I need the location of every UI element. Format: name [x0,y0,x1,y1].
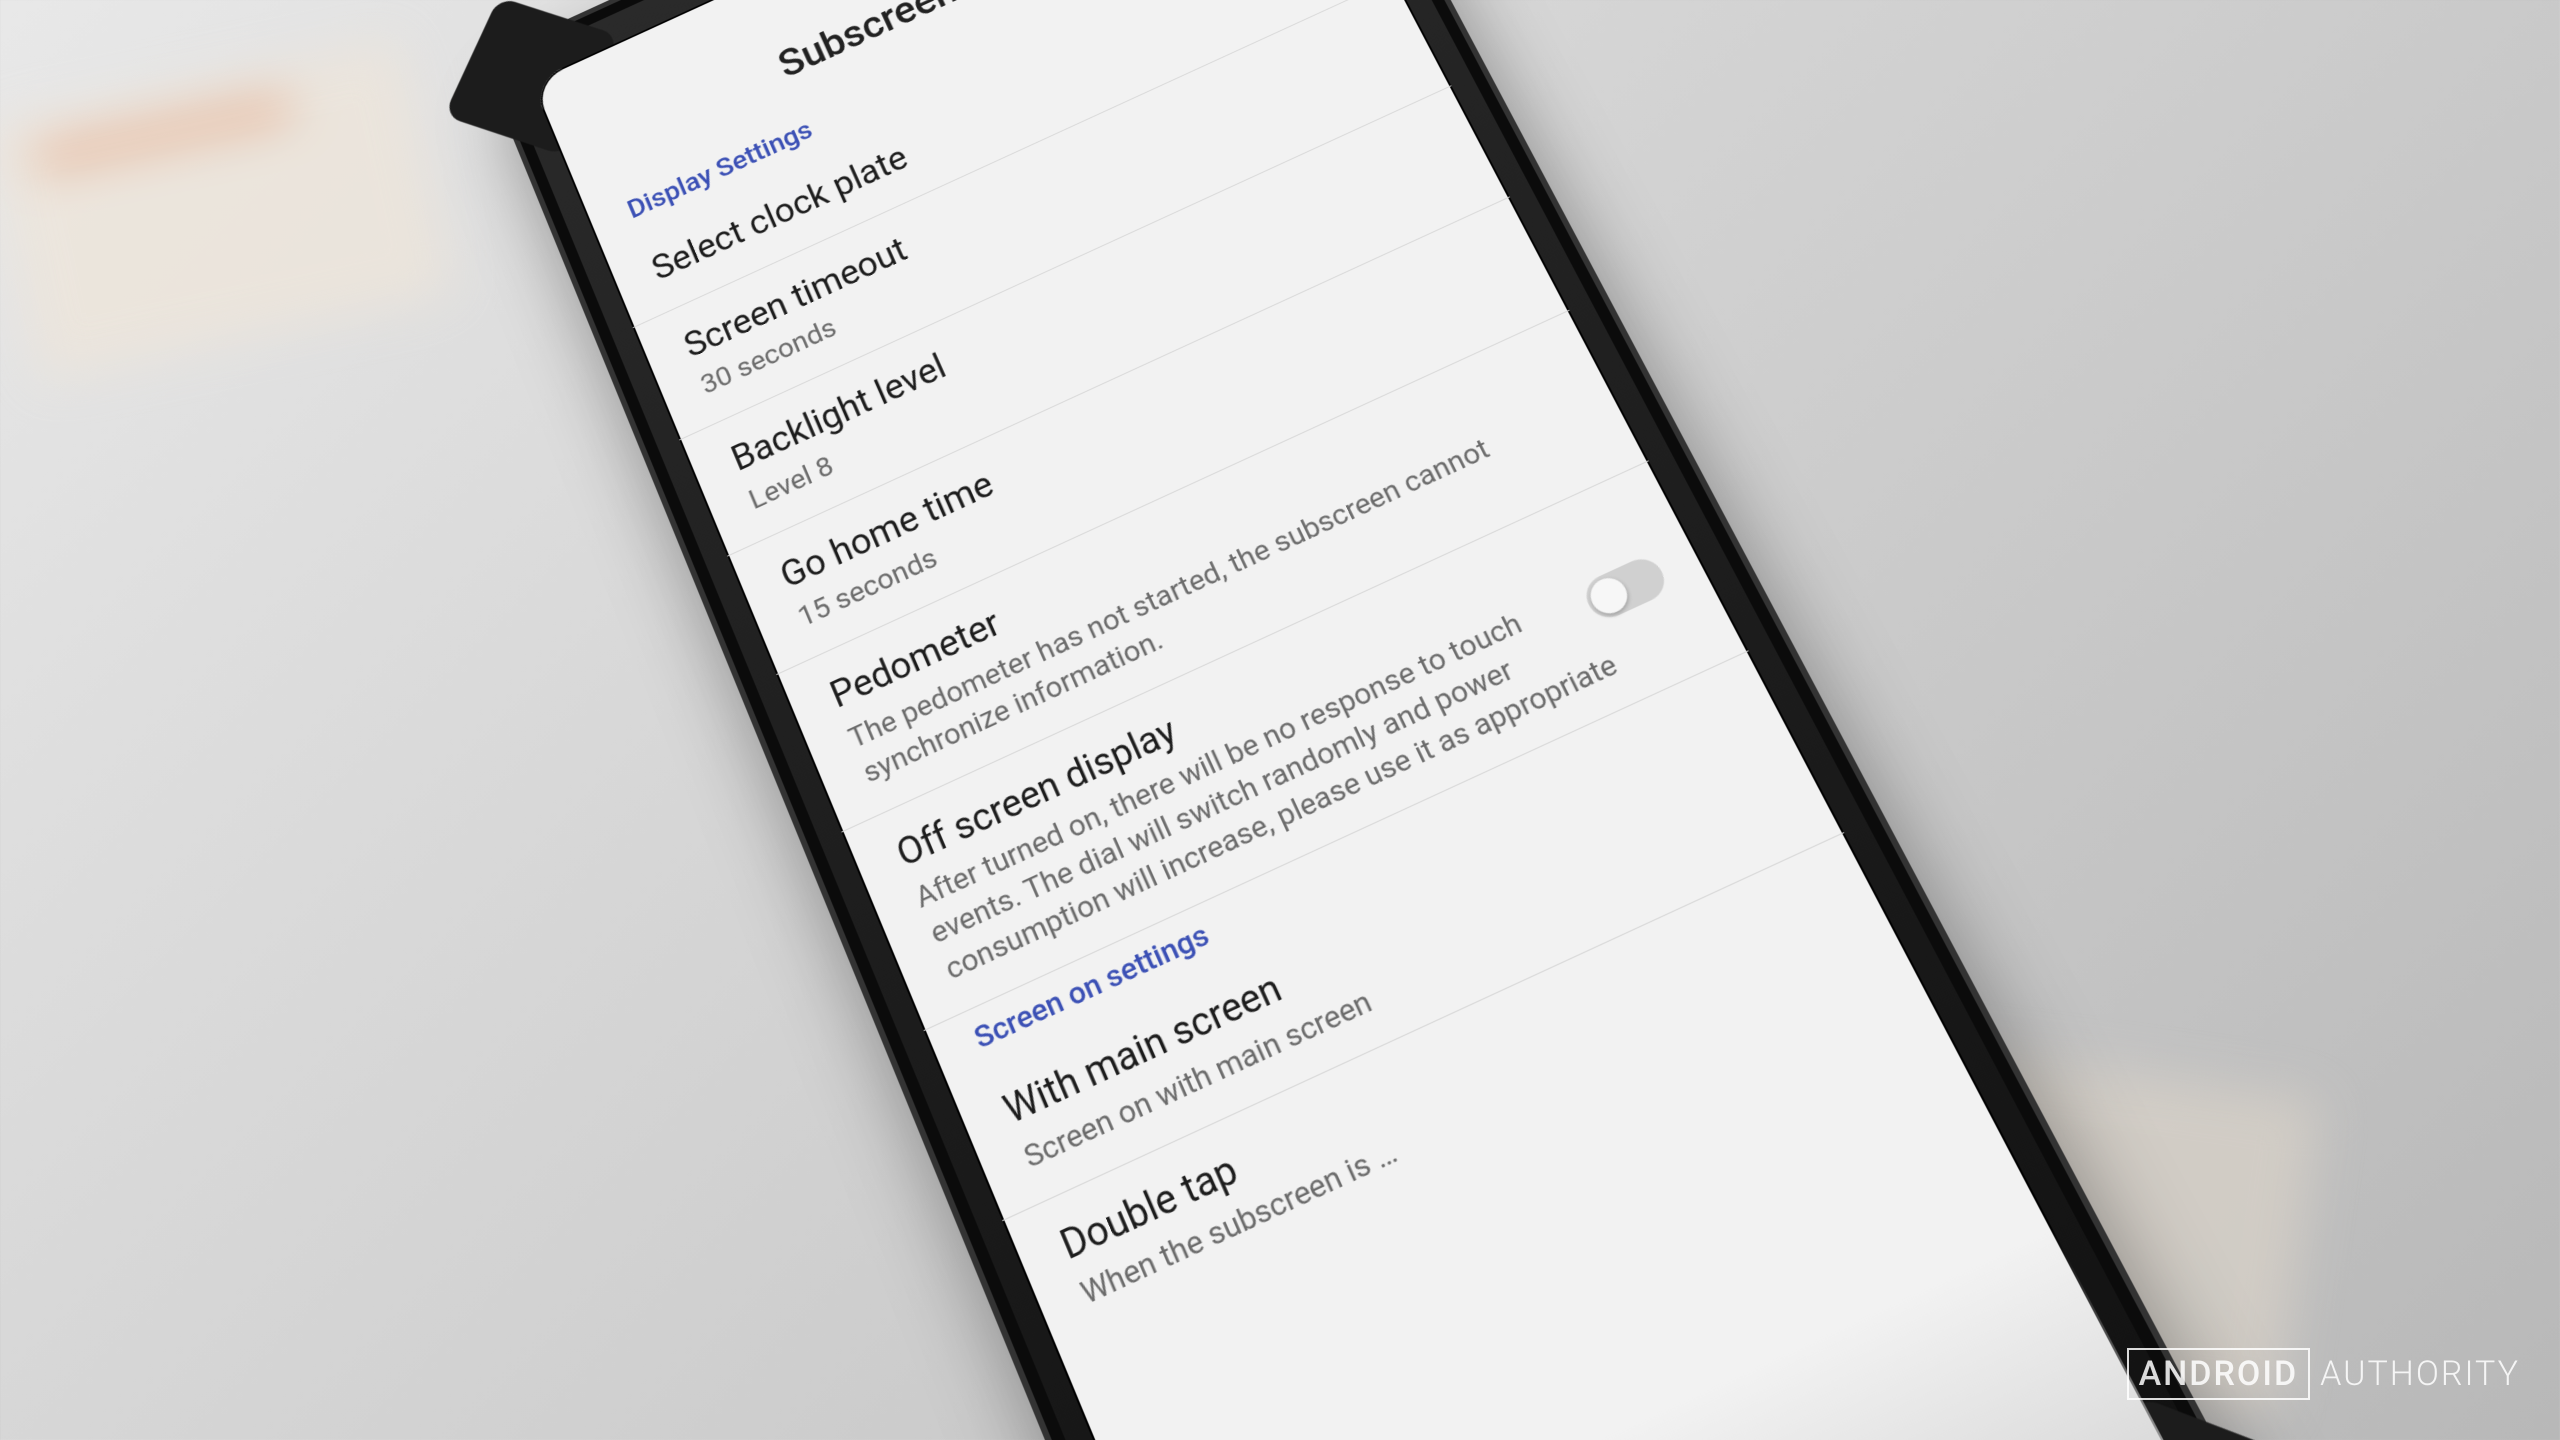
settings-content: Subscreen Settings Display Settings Sele… [552,0,2194,1440]
phone: Subscreen Settings Display Settings Sele… [480,0,2266,1440]
phone-body: Subscreen Settings Display Settings Sele… [480,0,2266,1440]
phone-screen: Subscreen Settings Display Settings Sele… [531,0,2194,1440]
watermark: ANDROID AUTHORITY [2127,1348,2520,1400]
watermark-text: AUTHORITY [2320,1354,2520,1394]
watermark-boxed: ANDROID [2127,1348,2311,1400]
